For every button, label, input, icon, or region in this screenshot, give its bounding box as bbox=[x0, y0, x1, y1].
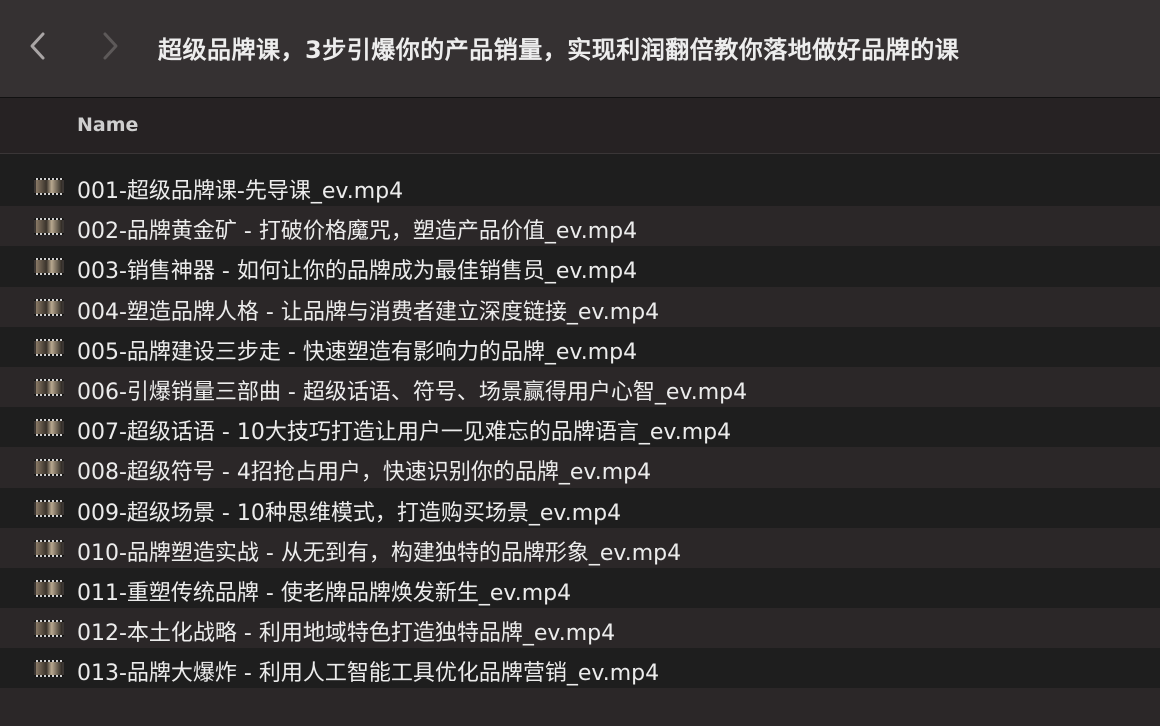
file-name: 010-品牌塑造实战 - 从无到有，构建独特的品牌形象_ev.mp4 bbox=[77, 540, 682, 566]
video-file-icon bbox=[34, 419, 64, 437]
video-file-icon bbox=[34, 499, 64, 517]
file-row[interactable]: 008-超级符号 - 4招抢占用户，快速识别你的品牌_ev.mp4 bbox=[0, 447, 1160, 488]
forward-button[interactable] bbox=[88, 24, 132, 68]
file-row[interactable]: 004-塑造品牌人格 - 让品牌与消费者建立深度链接_ev.mp4 bbox=[0, 286, 1160, 327]
name-column-header[interactable]: Name bbox=[77, 114, 138, 136]
video-file-icon bbox=[34, 459, 64, 477]
file-row[interactable]: 003-销售神器 - 如何让你的品牌成为最佳销售员_ev.mp4 bbox=[0, 246, 1160, 287]
video-file-icon bbox=[34, 660, 64, 678]
file-list: 001-超级品牌课-先导课_ev.mp4 002-品牌黄金矿 - 打破价格魔咒，塑… bbox=[0, 166, 1160, 689]
file-row[interactable]: 001-超级品牌课-先导课_ev.mp4 bbox=[0, 166, 1160, 207]
back-button[interactable] bbox=[16, 24, 60, 68]
toolbar: 超级品牌课，3步引爆你的产品销量，实现利润翻倍教你落地做好品牌的课 bbox=[0, 0, 1160, 98]
file-name: 011-重塑传统品牌 - 使老牌品牌焕发新生_ev.mp4 bbox=[77, 580, 572, 606]
file-row[interactable]: 010-品牌塑造实战 - 从无到有，构建独特的品牌形象_ev.mp4 bbox=[0, 527, 1160, 568]
video-file-icon bbox=[34, 218, 64, 236]
file-row[interactable]: 005-品牌建设三步走 - 快速塑造有影响力的品牌_ev.mp4 bbox=[0, 326, 1160, 367]
video-file-icon bbox=[34, 338, 64, 356]
file-name: 003-销售神器 - 如何让你的品牌成为最佳销售员_ev.mp4 bbox=[77, 259, 638, 285]
video-file-icon bbox=[34, 258, 64, 276]
file-name: 001-超级品牌课-先导课_ev.mp4 bbox=[77, 179, 404, 204]
file-row[interactable]: 002-品牌黄金矿 - 打破价格魔咒，塑造产品价值_ev.mp4 bbox=[0, 206, 1160, 247]
video-file-icon bbox=[34, 178, 64, 195]
file-name: 009-超级场景 - 10种思维模式，打造购买场景_ev.mp4 bbox=[77, 500, 622, 526]
file-name: 004-塑造品牌人格 - 让品牌与消费者建立深度链接_ev.mp4 bbox=[77, 299, 660, 325]
video-file-icon bbox=[34, 620, 64, 638]
file-name: 005-品牌建设三步走 - 快速塑造有影响力的品牌_ev.mp4 bbox=[77, 339, 638, 365]
video-file-icon bbox=[34, 579, 64, 597]
video-file-icon bbox=[34, 298, 64, 316]
file-name: 013-品牌大爆炸 - 利用人工智能工具优化品牌营销_ev.mp4 bbox=[77, 661, 660, 687]
file-row[interactable]: 007-超级话语 - 10大技巧打造让用户一见难忘的品牌语言_ev.mp4 bbox=[0, 407, 1160, 448]
file-name: 008-超级符号 - 4招抢占用户，快速识别你的品牌_ev.mp4 bbox=[77, 460, 652, 486]
file-name: 006-引爆销量三部曲 - 超级话语、符号、场景赢得用户心智_ev.mp4 bbox=[77, 379, 748, 405]
file-row[interactable]: 011-重塑传统品牌 - 使老牌品牌焕发新生_ev.mp4 bbox=[0, 567, 1160, 609]
video-file-icon bbox=[34, 378, 64, 396]
file-row[interactable]: 013-品牌大爆炸 - 利用人工智能工具优化品牌营销_ev.mp4 bbox=[0, 648, 1160, 689]
finder-window: 超级品牌课，3步引爆你的产品销量，实现利润翻倍教你落地做好品牌的课 Name 0… bbox=[0, 0, 1160, 726]
file-row[interactable]: 009-超级场景 - 10种思维模式，打造购买场景_ev.mp4 bbox=[0, 487, 1160, 528]
chevron-right-icon bbox=[103, 32, 118, 60]
file-name: 007-超级话语 - 10大技巧打造让用户一见难忘的品牌语言_ev.mp4 bbox=[77, 420, 732, 446]
file-name: 002-品牌黄金矿 - 打破价格魔咒，塑造产品价值_ev.mp4 bbox=[77, 219, 638, 245]
empty-row bbox=[0, 688, 1160, 726]
file-name: 012-本土化战略 - 利用地域特色打造独特品牌_ev.mp4 bbox=[77, 621, 616, 647]
file-row[interactable]: 006-引爆销量三部曲 - 超级话语、符号、场景赢得用户心智_ev.mp4 bbox=[0, 366, 1160, 408]
chevron-left-icon bbox=[30, 32, 45, 60]
file-row[interactable]: 012-本土化战略 - 利用地域特色打造独特品牌_ev.mp4 bbox=[0, 608, 1160, 649]
window-title: 超级品牌课，3步引爆你的产品销量，实现利润翻倍教你落地做好品牌的课 bbox=[158, 36, 960, 64]
video-file-icon bbox=[34, 539, 64, 557]
column-header: Name bbox=[0, 98, 1160, 154]
